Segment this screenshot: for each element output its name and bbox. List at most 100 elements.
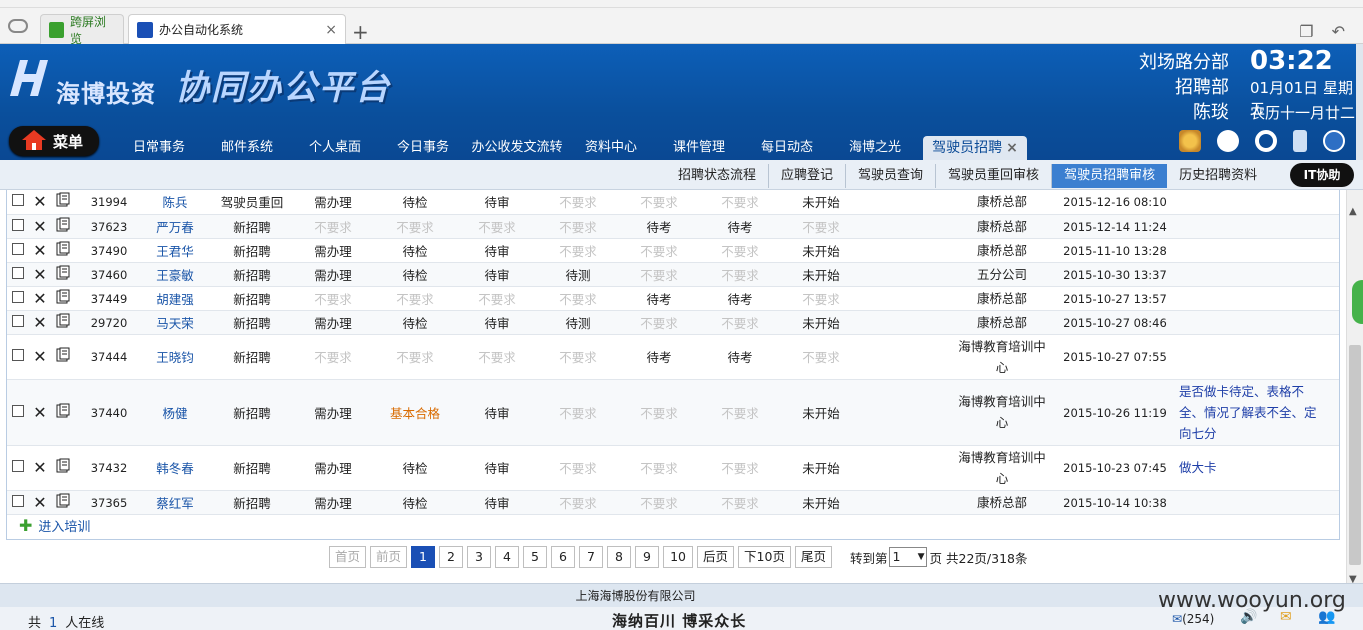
delete-cell[interactable]: ✕	[29, 214, 51, 239]
edit-cell[interactable]	[51, 286, 75, 311]
page-7-button[interactable]: 7	[579, 546, 604, 568]
row-checkbox[interactable]	[12, 349, 24, 361]
row-checkbox[interactable]	[12, 290, 24, 303]
delete-cell[interactable]: ✕	[29, 310, 51, 335]
page-select[interactable]: 1	[889, 547, 928, 567]
scroll-up-icon[interactable]	[1323, 130, 1345, 152]
delete-icon[interactable]: ✕	[33, 458, 46, 477]
page-6-button[interactable]: 6	[551, 546, 576, 568]
nav-mail-system[interactable]: 邮件系统	[203, 136, 291, 160]
document-icon[interactable]	[55, 289, 71, 305]
page-4-button[interactable]: 4	[495, 546, 520, 568]
checkbox-cell[interactable]	[7, 334, 29, 380]
delete-cell[interactable]: ✕	[29, 334, 51, 380]
document-icon[interactable]	[55, 493, 71, 509]
delete-icon[interactable]: ✕	[33, 347, 46, 366]
delete-cell[interactable]: ✕	[29, 262, 51, 287]
new-tab-plus-icon[interactable]: +	[352, 20, 369, 44]
subtab-driver-query[interactable]: 驾驶员查询	[846, 164, 937, 188]
subtab-driver-recruit-review[interactable]: 驾驶员招聘审核	[1052, 164, 1168, 188]
page-3-button[interactable]: 3	[467, 546, 492, 568]
checkbox-cell[interactable]	[7, 310, 29, 335]
edit-cell[interactable]	[51, 334, 75, 380]
next-10-pages-button[interactable]: 下10页	[738, 546, 791, 568]
row-checkbox[interactable]	[12, 494, 24, 507]
name-cell[interactable]: 王晓钧	[143, 334, 207, 380]
checkbox-cell[interactable]	[7, 262, 29, 287]
row-checkbox[interactable]	[12, 404, 24, 417]
restore-window-icon[interactable]: ❐	[1299, 22, 1313, 41]
nav-resource-center[interactable]: 资料中心	[567, 136, 655, 160]
page-10-button[interactable]: 10	[663, 546, 694, 568]
add-training-link[interactable]: ✚ 进入培训	[19, 516, 90, 535]
delete-cell[interactable]: ✕	[29, 490, 51, 515]
edit-cell[interactable]	[51, 490, 75, 515]
name-cell[interactable]: 马天荣	[143, 310, 207, 335]
mail-count[interactable]: ✉(254)	[1172, 612, 1214, 626]
browser-tab-oa[interactable]: 办公自动化系统 ×	[128, 14, 346, 44]
delete-icon[interactable]: ✕	[33, 493, 46, 512]
edit-cell[interactable]	[51, 379, 75, 446]
row-checkbox[interactable]	[12, 218, 24, 231]
it-help-button[interactable]: IT协助	[1290, 163, 1354, 187]
name-cell[interactable]: 严万春	[143, 214, 207, 239]
checkbox-cell[interactable]	[7, 286, 29, 311]
cloud-icon[interactable]	[8, 19, 28, 33]
edit-cell[interactable]	[51, 445, 75, 491]
delete-cell[interactable]: ✕	[29, 238, 51, 263]
document-icon[interactable]	[55, 217, 71, 233]
page-scrollbar[interactable]: ▲ ▼	[1346, 190, 1363, 588]
nav-personal-desktop[interactable]: 个人桌面	[291, 136, 379, 160]
delete-icon[interactable]: ✕	[33, 403, 46, 422]
edit-cell[interactable]	[51, 190, 75, 215]
nav-daily-news[interactable]: 每日动态	[743, 136, 831, 160]
edit-cell[interactable]	[51, 214, 75, 239]
page-2-button[interactable]: 2	[439, 546, 464, 568]
delete-cell[interactable]: ✕	[29, 190, 51, 215]
subtab-history-records[interactable]: 历史招聘资料	[1167, 164, 1269, 188]
page-1-button[interactable]: 1	[411, 546, 436, 568]
checkbox-cell[interactable]	[7, 238, 29, 263]
close-tab-icon[interactable]: ×	[325, 22, 337, 38]
delete-icon[interactable]: ✕	[33, 265, 46, 284]
delete-cell[interactable]: ✕	[29, 445, 51, 491]
name-cell[interactable]: 胡建强	[143, 286, 207, 311]
document-icon[interactable]	[55, 347, 71, 363]
home-shortcut-icon[interactable]	[1179, 130, 1201, 152]
nav-daily-affairs[interactable]: 日常事务	[115, 136, 203, 160]
page-8-button[interactable]: 8	[607, 546, 632, 568]
document-icon[interactable]	[55, 458, 71, 474]
prev-page-button[interactable]: 前页	[370, 546, 408, 568]
close-tab-icon[interactable]: ×	[1006, 140, 1018, 156]
delete-icon[interactable]: ✕	[33, 217, 46, 236]
edit-cell[interactable]	[51, 310, 75, 335]
edit-cell[interactable]	[51, 262, 75, 287]
next-page-button[interactable]: 后页	[697, 546, 735, 568]
checkbox-cell[interactable]	[7, 190, 29, 215]
checkbox-cell[interactable]	[7, 490, 29, 515]
delete-icon[interactable]: ✕	[33, 313, 46, 332]
checkbox-cell[interactable]	[7, 379, 29, 446]
name-cell[interactable]: 韩冬春	[143, 445, 207, 491]
subtab-application-register[interactable]: 应聘登记	[769, 164, 847, 188]
row-checkbox[interactable]	[12, 266, 24, 279]
menu-button[interactable]: 菜单	[9, 126, 99, 156]
cloud-upload-icon[interactable]	[1217, 130, 1239, 152]
row-checkbox[interactable]	[12, 194, 24, 207]
first-page-button[interactable]: 首页	[329, 546, 367, 568]
document-icon[interactable]	[55, 265, 71, 281]
subtab-recruit-status[interactable]: 招聘状态流程	[666, 164, 770, 188]
scroll-up-arrow-icon[interactable]: ▲	[1349, 206, 1357, 217]
row-checkbox[interactable]	[12, 314, 24, 327]
browser-tab-crossscreen[interactable]: 跨屏浏览	[40, 14, 124, 46]
nav-today-affairs[interactable]: 今日事务	[379, 136, 467, 160]
delete-cell[interactable]: ✕	[29, 286, 51, 311]
name-cell[interactable]: 陈兵	[143, 190, 207, 215]
last-page-button[interactable]: 尾页	[794, 546, 832, 568]
delete-icon[interactable]: ✕	[33, 241, 46, 260]
page-5-button[interactable]: 5	[523, 546, 548, 568]
gear-icon[interactable]	[1255, 130, 1277, 152]
delete-icon[interactable]: ✕	[33, 192, 46, 211]
name-cell[interactable]: 王豪敏	[143, 262, 207, 287]
nav-haibo-light[interactable]: 海博之光	[831, 136, 919, 160]
